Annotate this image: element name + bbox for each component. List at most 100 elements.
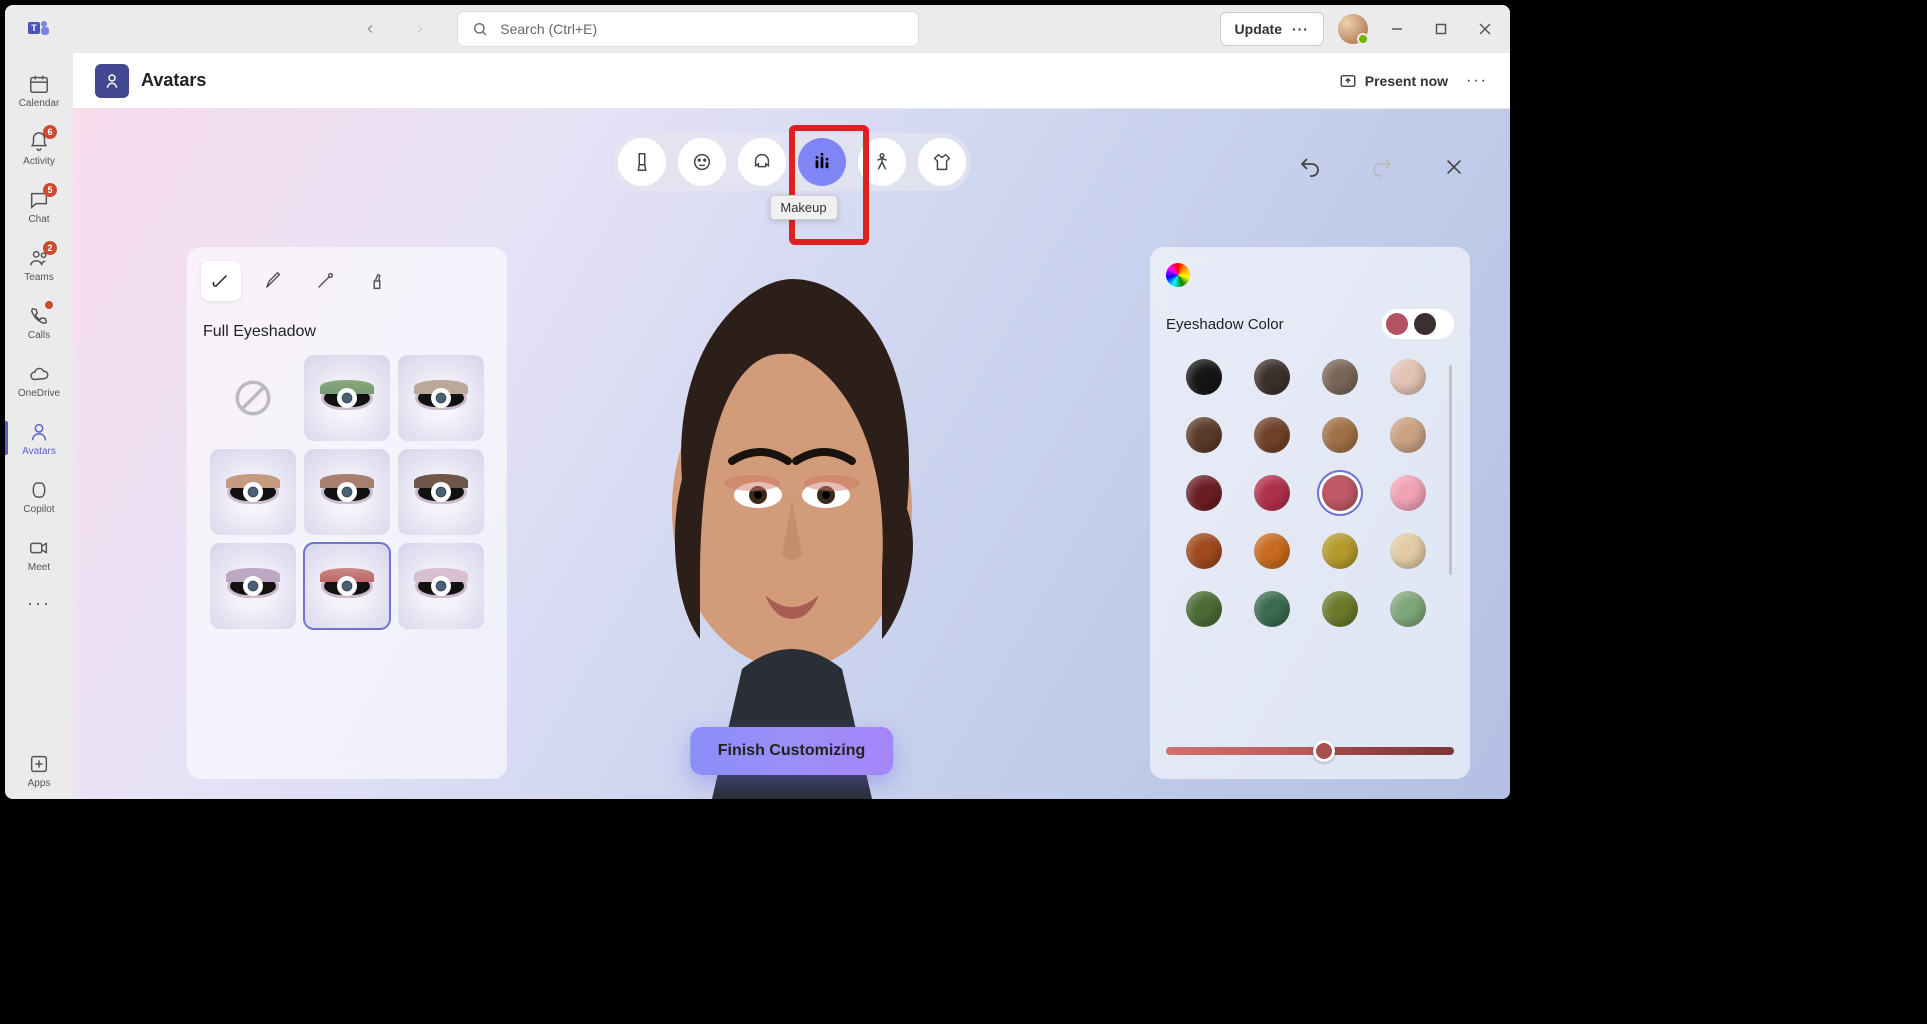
teams-logo-icon: T xyxy=(25,15,53,43)
style-thumb[interactable] xyxy=(304,355,390,441)
color-swatch[interactable] xyxy=(1186,417,1222,453)
category-make酶[interactable] xyxy=(798,138,846,186)
color-swatch[interactable] xyxy=(1390,591,1426,627)
style-thumb-selected[interactable] xyxy=(304,543,390,629)
editor-stage: Makeup Full Eyeshadow xyxy=(73,109,1510,799)
color-swatch[interactable] xyxy=(1322,417,1358,453)
rail-item-copilot[interactable]: Copilot xyxy=(5,467,73,525)
color-swatch[interactable] xyxy=(1322,475,1358,511)
avatar-preview xyxy=(622,239,962,799)
present-icon xyxy=(1339,72,1357,90)
rail-item-activity[interactable]: 6 Activity xyxy=(5,119,73,177)
window-maximize-button[interactable] xyxy=(1426,23,1456,35)
finish-customizing-button[interactable]: Finish Customizing xyxy=(690,727,894,775)
style-thumb[interactable] xyxy=(304,449,390,535)
color-swatch[interactable] xyxy=(1322,591,1358,627)
rail-more-button[interactable]: ··· xyxy=(5,583,73,623)
color-swatch[interactable] xyxy=(1390,417,1426,453)
calls-dot xyxy=(45,301,53,309)
style-thumbnail-grid xyxy=(201,355,493,629)
titlebar: T Search (Ctrl+E) Update··· xyxy=(5,5,1510,53)
presence-indicator xyxy=(1357,33,1369,45)
teams-badge: 2 xyxy=(43,241,57,255)
avatar-icon xyxy=(27,420,51,444)
chat-badge: 5 xyxy=(43,183,57,197)
subtool-eyeshadow[interactable] xyxy=(201,261,241,301)
style-thumb[interactable] xyxy=(210,449,296,535)
category-face[interactable] xyxy=(678,138,726,186)
color-swatch[interactable] xyxy=(1254,475,1290,511)
color-swatch[interactable] xyxy=(1254,417,1290,453)
rail-item-avatars[interactable]: Avatars xyxy=(5,409,73,467)
style-thumb-none[interactable] xyxy=(210,355,296,441)
subtool-applicator[interactable] xyxy=(305,261,345,301)
cloud-icon xyxy=(27,362,51,386)
nav-forward-button[interactable] xyxy=(404,13,436,45)
rail-item-teams[interactable]: 2 Teams xyxy=(5,235,73,293)
nav-back-button[interactable] xyxy=(354,13,386,45)
color-swatch[interactable] xyxy=(1390,359,1426,395)
page-title: Avatars xyxy=(141,70,206,91)
category-hair[interactable] xyxy=(738,138,786,186)
profile-avatar[interactable] xyxy=(1338,14,1368,44)
activity-badge: 6 xyxy=(43,125,57,139)
style-thumb[interactable] xyxy=(398,543,484,629)
color-swatch[interactable] xyxy=(1390,475,1426,511)
intensity-slider[interactable] xyxy=(1166,747,1454,755)
calendar-icon xyxy=(27,72,51,96)
search-input[interactable]: Search (Ctrl+E) xyxy=(458,12,918,46)
present-now-button[interactable]: Present now xyxy=(1339,72,1448,90)
update-button[interactable]: Update··· xyxy=(1220,12,1324,46)
color-picker-button[interactable] xyxy=(1166,263,1190,287)
category-clothes[interactable] xyxy=(918,138,966,186)
swatch-grid xyxy=(1166,359,1454,627)
color-swatch[interactable] xyxy=(1254,359,1290,395)
copilot-icon xyxy=(27,478,51,502)
category-body[interactable] xyxy=(858,138,906,186)
slider-thumb[interactable] xyxy=(1313,740,1335,762)
rail-item-chat[interactable]: 5 Chat xyxy=(5,177,73,235)
apps-icon xyxy=(27,752,51,776)
color-swatch[interactable] xyxy=(1186,533,1222,569)
undo-button[interactable] xyxy=(1294,151,1326,183)
close-editor-button[interactable] xyxy=(1438,151,1470,183)
style-panel: Full Eyeshadow xyxy=(187,247,507,779)
color-swatch[interactable] xyxy=(1186,475,1222,511)
rail-item-calendar[interactable]: Calendar xyxy=(5,61,73,119)
rail-item-apps[interactable]: Apps xyxy=(5,741,73,799)
toggle-swatch-b xyxy=(1414,313,1436,335)
category-tooltip: Makeup xyxy=(769,195,837,220)
window-close-button[interactable] xyxy=(1470,23,1500,35)
search-icon xyxy=(472,21,488,37)
color-swatch[interactable] xyxy=(1322,533,1358,569)
style-thumb[interactable] xyxy=(398,449,484,535)
subtool-lipstick[interactable] xyxy=(357,261,397,301)
subtool-brush[interactable] xyxy=(253,261,293,301)
color-swatch[interactable] xyxy=(1254,591,1290,627)
svg-text:T: T xyxy=(31,23,37,33)
color-swatch[interactable] xyxy=(1254,533,1290,569)
video-icon xyxy=(27,536,51,560)
redo-button[interactable] xyxy=(1366,151,1398,183)
avatars-app-icon xyxy=(95,64,129,98)
style-thumb[interactable] xyxy=(210,543,296,629)
rail-item-calls[interactable]: Calls xyxy=(5,293,73,351)
color-swatch[interactable] xyxy=(1390,533,1426,569)
color-toggle[interactable] xyxy=(1382,309,1454,339)
swatch-scrollbar[interactable] xyxy=(1449,365,1452,575)
color-swatch[interactable] xyxy=(1322,359,1358,395)
toggle-swatch-a xyxy=(1386,313,1408,335)
color-swatch[interactable] xyxy=(1186,591,1222,627)
rail-item-onedrive[interactable]: OneDrive xyxy=(5,351,73,409)
breadcrumb-bar: Avatars Present now ··· xyxy=(73,53,1510,109)
rail-item-meet[interactable]: Meet xyxy=(5,525,73,583)
app-rail: Calendar 6 Activity 5 Chat 2 Teams Calls… xyxy=(5,53,73,799)
category-brush[interactable] xyxy=(618,138,666,186)
color-swatch[interactable] xyxy=(1186,359,1222,395)
color-panel-title: Eyeshadow Color xyxy=(1166,316,1284,333)
style-thumb[interactable] xyxy=(398,355,484,441)
style-panel-title: Full Eyeshadow xyxy=(203,323,493,341)
more-actions-button[interactable]: ··· xyxy=(1466,72,1488,90)
color-panel: Eyeshadow Color xyxy=(1150,247,1470,779)
window-minimize-button[interactable] xyxy=(1382,23,1412,35)
